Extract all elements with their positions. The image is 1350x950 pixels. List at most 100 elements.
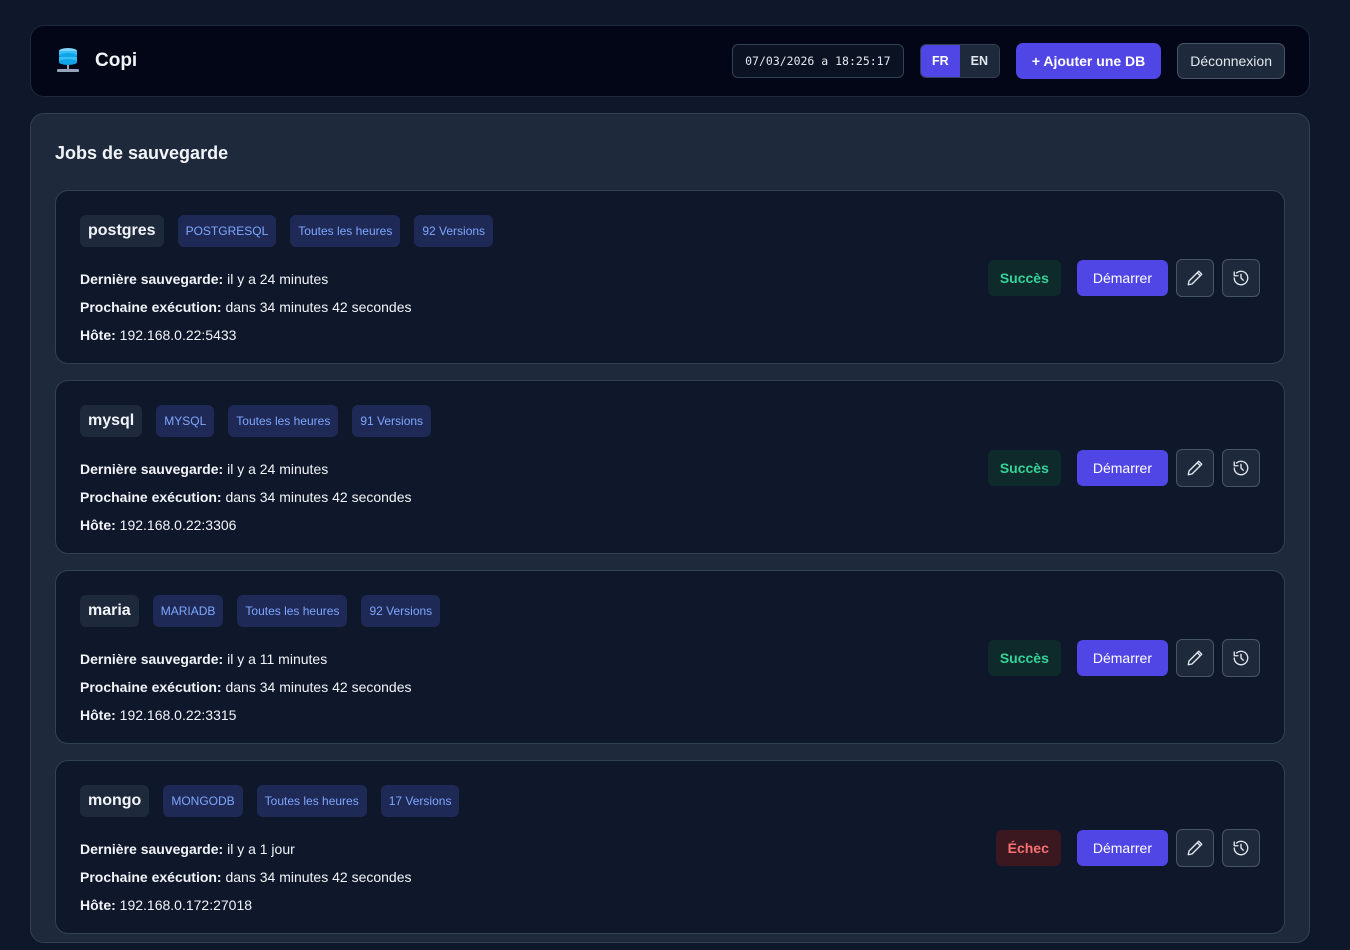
edit-button[interactable] xyxy=(1176,639,1214,677)
edit-button[interactable] xyxy=(1176,259,1214,297)
last-backup-value: il y a 11 minutes xyxy=(227,651,328,667)
host-row: Hôte: 192.168.0.22:5433 xyxy=(80,321,412,349)
last-backup-value: il y a 24 minutes xyxy=(227,271,329,287)
status-badge: Succès xyxy=(987,450,1061,486)
next-run-label: Prochaine exécution: xyxy=(80,869,222,885)
last-backup-label: Dernière sauvegarde: xyxy=(80,461,224,477)
job-actions: Succès Démarrer xyxy=(987,639,1260,677)
edit-button[interactable] xyxy=(1176,449,1214,487)
next-run-value: dans 34 minutes 42 secondes xyxy=(225,869,412,885)
versions-tag[interactable]: 17 Versions xyxy=(380,785,460,817)
versions-tag[interactable]: 92 Versions xyxy=(414,215,494,247)
job-card: mongo MONGODB Toutes les heures 17 Versi… xyxy=(55,760,1285,934)
next-run-row: Prochaine exécution: dans 34 minutes 42 … xyxy=(80,483,412,511)
host-row: Hôte: 192.168.0.22:3306 xyxy=(80,511,412,539)
start-button[interactable]: Démarrer xyxy=(1076,260,1168,296)
job-actions: Succès Démarrer xyxy=(987,259,1260,297)
engine-tag: MYSQL xyxy=(156,405,215,437)
engine-tag: MONGODB xyxy=(163,785,243,817)
host-label: Hôte: xyxy=(80,707,116,723)
pencil-icon xyxy=(1187,840,1203,856)
panel-title: Jobs de sauvegarde xyxy=(55,143,229,163)
language-switcher: FR EN xyxy=(919,44,1000,78)
last-backup-value: il y a 1 jour xyxy=(227,841,295,857)
job-details: Dernière sauvegarde: il y a 24 minutes P… xyxy=(80,455,412,539)
next-run-row: Prochaine exécution: dans 34 minutes 42 … xyxy=(80,673,412,701)
last-backup-row: Dernière sauvegarde: il y a 11 minutes xyxy=(80,645,412,673)
jobs-list: postgres POSTGRESQL Toutes les heures 92… xyxy=(55,190,1285,950)
status-badge: Échec xyxy=(995,830,1061,866)
next-run-value: dans 34 minutes 42 secondes xyxy=(225,489,412,505)
pencil-icon xyxy=(1187,270,1203,286)
next-run-label: Prochaine exécution: xyxy=(80,299,222,315)
status-badge: Succès xyxy=(987,260,1061,296)
next-run-label: Prochaine exécution: xyxy=(80,679,222,695)
history-icon xyxy=(1233,650,1249,666)
edit-button[interactable] xyxy=(1176,829,1214,867)
datetime-display: 07/03/2026 a 18:25:17 xyxy=(731,44,904,78)
last-backup-label: Dernière sauvegarde: xyxy=(80,651,224,667)
lang-en-button[interactable]: EN xyxy=(959,45,999,77)
versions-tag[interactable]: 91 Versions xyxy=(352,405,432,437)
job-name: mysql xyxy=(80,405,143,437)
schedule-tag: Toutes les heures xyxy=(228,405,339,437)
job-name: maria xyxy=(80,595,139,627)
app-name: Copi xyxy=(95,50,138,71)
host-row: Hôte: 192.168.0.172:27018 xyxy=(80,891,412,919)
next-run-value: dans 34 minutes 42 secondes xyxy=(225,299,412,315)
history-icon xyxy=(1233,840,1249,856)
schedule-tag: Toutes les heures xyxy=(256,785,367,817)
last-backup-label: Dernière sauvegarde: xyxy=(80,271,224,287)
app-header: Copi 07/03/2026 a 18:25:17 FR EN + Ajout… xyxy=(30,25,1310,97)
last-backup-value: il y a 24 minutes xyxy=(227,461,329,477)
history-icon xyxy=(1233,460,1249,476)
next-run-row: Prochaine exécution: dans 34 minutes 42 … xyxy=(80,293,412,321)
last-backup-row: Dernière sauvegarde: il y a 1 jour xyxy=(80,835,412,863)
engine-tag: MARIADB xyxy=(152,595,224,627)
history-button[interactable] xyxy=(1222,639,1260,677)
pencil-icon xyxy=(1187,650,1203,666)
host-value: 192.168.0.22:5433 xyxy=(119,327,237,343)
host-value: 192.168.0.22:3306 xyxy=(119,517,237,533)
last-backup-row: Dernière sauvegarde: il y a 24 minutes xyxy=(80,455,412,483)
history-icon xyxy=(1233,270,1249,286)
host-row: Hôte: 192.168.0.22:3315 xyxy=(80,701,412,729)
job-header: maria MARIADB Toutes les heures 92 Versi… xyxy=(80,595,441,627)
lang-fr-button[interactable]: FR xyxy=(920,45,960,77)
job-details: Dernière sauvegarde: il y a 11 minutes P… xyxy=(80,645,412,729)
job-card: postgres POSTGRESQL Toutes les heures 92… xyxy=(55,190,1285,364)
host-label: Hôte: xyxy=(80,517,116,533)
history-button[interactable] xyxy=(1222,259,1260,297)
history-button[interactable] xyxy=(1222,449,1260,487)
last-backup-row: Dernière sauvegarde: il y a 24 minutes xyxy=(80,265,412,293)
history-button[interactable] xyxy=(1222,829,1260,867)
host-value: 192.168.0.22:3315 xyxy=(119,707,237,723)
job-details: Dernière sauvegarde: il y a 24 minutes P… xyxy=(80,265,412,349)
last-backup-label: Dernière sauvegarde: xyxy=(80,841,224,857)
job-header: mongo MONGODB Toutes les heures 17 Versi… xyxy=(80,785,460,817)
schedule-tag: Toutes les heures xyxy=(290,215,401,247)
brand: Copi xyxy=(55,47,137,75)
start-button[interactable]: Démarrer xyxy=(1076,830,1168,866)
add-db-button[interactable]: + Ajouter une DB xyxy=(1015,43,1162,79)
backup-jobs-panel: Jobs de sauvegarde postgres POSTGRESQL T… xyxy=(30,113,1310,943)
next-run-value: dans 34 minutes 42 secondes xyxy=(225,679,412,695)
start-button[interactable]: Démarrer xyxy=(1076,640,1168,676)
job-card: maria MARIADB Toutes les heures 92 Versi… xyxy=(55,570,1285,744)
versions-tag[interactable]: 92 Versions xyxy=(361,595,441,627)
job-name: mongo xyxy=(80,785,150,817)
engine-tag: POSTGRESQL xyxy=(177,215,277,247)
database-server-icon xyxy=(57,48,79,72)
pencil-icon xyxy=(1187,460,1203,476)
logout-button[interactable]: Déconnexion xyxy=(1177,43,1285,79)
job-header: mysql MYSQL Toutes les heures 91 Version… xyxy=(80,405,432,437)
schedule-tag: Toutes les heures xyxy=(237,595,348,627)
start-button[interactable]: Démarrer xyxy=(1076,450,1168,486)
host-label: Hôte: xyxy=(80,327,116,343)
next-run-row: Prochaine exécution: dans 34 minutes 42 … xyxy=(80,863,412,891)
job-header: postgres POSTGRESQL Toutes les heures 92… xyxy=(80,215,494,247)
job-details: Dernière sauvegarde: il y a 1 jour Proch… xyxy=(80,835,412,919)
next-run-label: Prochaine exécution: xyxy=(80,489,222,505)
header-actions: 07/03/2026 a 18:25:17 FR EN + Ajouter un… xyxy=(731,43,1285,79)
job-actions: Échec Démarrer xyxy=(995,829,1260,867)
